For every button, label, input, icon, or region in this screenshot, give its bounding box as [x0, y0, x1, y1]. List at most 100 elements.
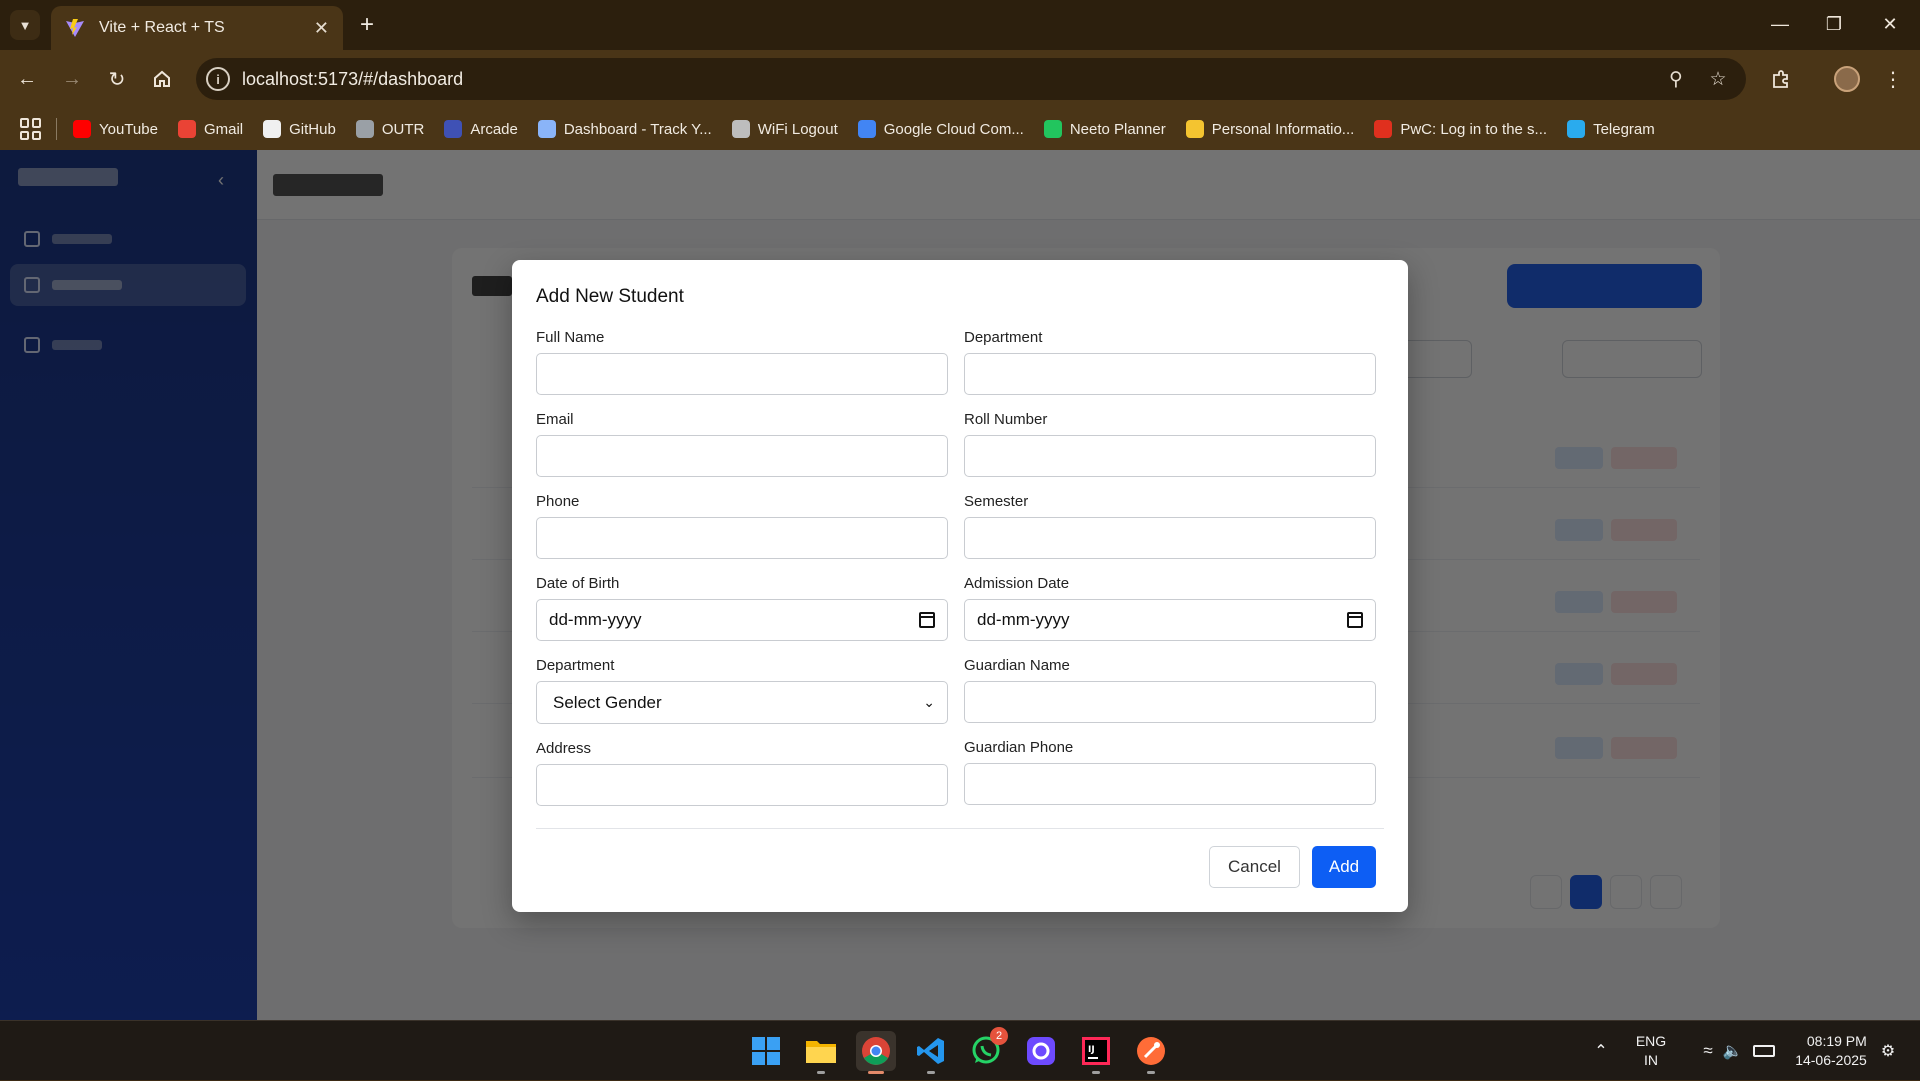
arrow-right-icon: → — [62, 67, 82, 90]
close-tab-icon[interactable]: ✕ — [314, 18, 329, 39]
postman-taskbar-button[interactable] — [1131, 1031, 1171, 1074]
calendar-icon[interactable] — [1347, 612, 1363, 628]
profile-avatar[interactable] — [1830, 62, 1864, 96]
address-input[interactable] — [536, 764, 948, 806]
bookmark-label: Personal Informatio... — [1211, 120, 1355, 138]
windows-logo-icon — [752, 1037, 780, 1065]
bookmark-item[interactable]: Dashboard - Track Y... — [537, 120, 712, 138]
arcade-icon — [444, 120, 463, 138]
url-text: localhost:5173/#/dashboard — [242, 69, 464, 89]
bookmark-label: Arcade — [470, 120, 518, 138]
folder-icon — [806, 1041, 836, 1063]
start-button[interactable] — [746, 1031, 786, 1071]
forward-button[interactable]: → — [55, 62, 89, 96]
clock-date: 14-06-2025 — [1795, 1052, 1867, 1068]
zoom-icon[interactable]: ⚲ — [1664, 67, 1688, 91]
phone-field: Phone — [536, 493, 948, 559]
address-field: Address — [536, 740, 948, 806]
bookmark-star-icon[interactable]: ☆ — [1706, 67, 1730, 91]
notification-bell-icon: ⚙ — [1880, 1043, 1896, 1060]
minimize-button[interactable]: — — [1752, 0, 1808, 48]
add-student-modal: Add New Student Full Name Email Phone Da… — [512, 260, 1408, 912]
browser-tab[interactable]: Vite + React + TS ✕ — [51, 6, 343, 50]
bookmark-label: Neeto Planner — [1069, 120, 1166, 138]
browser-menu-button[interactable]: ⋮ — [1876, 62, 1910, 96]
gender-select[interactable]: Select Gender ⌄ — [536, 681, 948, 724]
dashboard-icon — [537, 120, 556, 138]
tab-title: Vite + React + TS — [99, 19, 225, 36]
close-window-button[interactable]: ✕ — [1862, 0, 1918, 48]
guardian-phone-input[interactable] — [964, 763, 1376, 805]
bookmark-item[interactable]: OUTR — [355, 120, 425, 138]
bookmark-item[interactable]: PwC: Log in to the s... — [1374, 120, 1547, 138]
cancel-button[interactable]: Cancel — [1209, 846, 1300, 888]
new-tab-button[interactable]: + — [352, 10, 382, 40]
bookmark-item[interactable]: Google Cloud Com... — [857, 120, 1024, 138]
home-button[interactable] — [145, 62, 179, 96]
phone-input[interactable] — [536, 517, 948, 559]
neeto-icon — [1043, 120, 1062, 138]
bookmark-item[interactable]: GitHub — [263, 120, 336, 138]
clock[interactable]: 08:19 PM 14-06-2025 — [1778, 1021, 1884, 1081]
bookmark-label: Google Cloud Com... — [883, 120, 1024, 138]
semester-input[interactable] — [964, 517, 1376, 559]
address-bar[interactable]: i localhost:5173/#/dashboard ⚲ ☆ — [196, 58, 1746, 100]
admission-date-label: Admission Date — [964, 575, 1070, 592]
email-label: Email — [536, 411, 574, 428]
show-hidden-icons-button[interactable]: ⌃ — [1584, 1021, 1618, 1081]
bookmark-item[interactable]: WiFi Logout — [731, 120, 838, 138]
bookmark-item[interactable]: Arcade — [444, 120, 518, 138]
date-of-birth-input[interactable]: dd-mm-yyyy — [536, 599, 948, 641]
guardian-name-input[interactable] — [964, 681, 1376, 723]
tab-search-button[interactable]: ▼ — [10, 10, 40, 40]
active-indicator — [868, 1071, 884, 1074]
vscode-taskbar-button[interactable] — [911, 1031, 951, 1074]
vite-logo-icon — [66, 19, 84, 37]
proton-taskbar-button[interactable] — [1021, 1031, 1061, 1071]
notification-badge: 2 — [990, 1027, 1008, 1045]
gender-select-value: Select Gender — [553, 692, 662, 712]
language-text: ENG — [1635, 1033, 1667, 1049]
admission-date-field: Admission Date dd-mm-yyyy — [964, 575, 1376, 641]
running-indicator — [1147, 1071, 1155, 1074]
bookmark-item[interactable]: Neeto Planner — [1043, 120, 1166, 138]
bookmark-label: GitHub — [289, 120, 336, 138]
department-input[interactable] — [964, 353, 1376, 395]
reload-button[interactable]: ↻ — [100, 62, 134, 96]
youtube-icon — [73, 120, 91, 138]
bookmark-label: WiFi Logout — [757, 120, 838, 138]
guardian-name-label: Guardian Name — [964, 657, 1070, 674]
intellij-taskbar-button[interactable]: IJ — [1076, 1031, 1116, 1074]
more-vertical-icon: ⋮ — [1883, 68, 1903, 91]
roll-number-input[interactable] — [964, 435, 1376, 477]
bookmark-label: OUTR — [381, 120, 425, 138]
bookmark-list: YouTube Gmail GitHub OUTR Arcade Dashboard - … — [73, 120, 1675, 138]
extensions-button[interactable] — [1764, 62, 1798, 96]
chrome-taskbar-button[interactable] — [856, 1031, 896, 1074]
taskbar: 2 IJ ⌃ ENG IN ≈ 🔈 08:19 PM 14-06-2025 ⚙ — [0, 1020, 1920, 1080]
language-indicator[interactable]: ENG IN — [1628, 1021, 1674, 1081]
whatsapp-taskbar-button[interactable]: 2 — [966, 1027, 1008, 1071]
site-info-icon[interactable]: i — [206, 67, 230, 91]
date-of-birth-value: dd-mm-yyyy — [549, 610, 642, 629]
full-name-input[interactable] — [536, 353, 948, 395]
bookmark-item[interactable]: Personal Informatio... — [1185, 120, 1355, 138]
admission-date-input[interactable]: dd-mm-yyyy — [964, 599, 1376, 641]
bookmark-item[interactable]: Gmail — [177, 120, 243, 138]
notification-center-button[interactable]: ⚙ — [1870, 1021, 1906, 1081]
globe-icon — [731, 120, 750, 138]
back-button[interactable]: ← — [10, 62, 44, 96]
restore-button[interactable]: ❐ — [1806, 0, 1862, 48]
bookmark-item[interactable]: YouTube — [73, 120, 158, 138]
email-input[interactable] — [536, 435, 948, 477]
clock-time: 08:19 PM — [1806, 1033, 1867, 1049]
github-icon — [263, 120, 282, 138]
bookmark-item[interactable]: Telegram — [1567, 120, 1655, 138]
pwc-icon — [1374, 120, 1393, 138]
tab-strip: ▼ Vite + React + TS ✕ + — ❐ ✕ — [0, 0, 1920, 50]
file-explorer-button[interactable] — [801, 1031, 841, 1074]
running-indicator — [1092, 1071, 1100, 1074]
apps-grid-icon[interactable] — [20, 118, 42, 140]
calendar-icon[interactable] — [919, 612, 935, 628]
add-button[interactable]: Add — [1312, 846, 1376, 888]
